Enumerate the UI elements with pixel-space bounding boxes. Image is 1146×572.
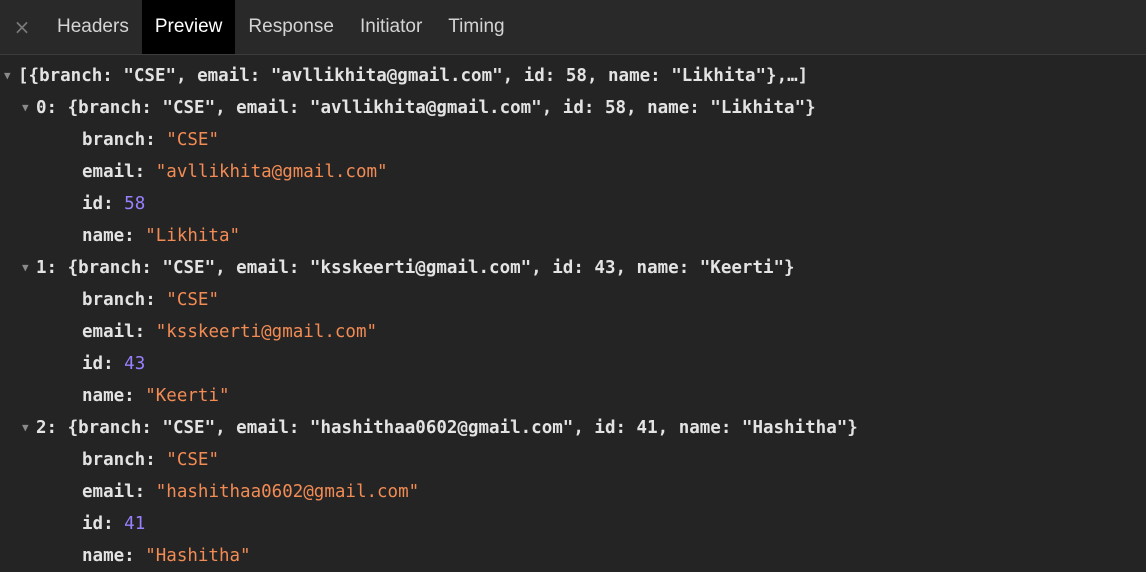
expand-arrow-icon[interactable]: ▼ bbox=[4, 60, 18, 92]
property-key: branch: bbox=[82, 290, 167, 310]
property-value: "avllikhita@gmail.com" bbox=[155, 162, 388, 182]
tab-list: Headers Preview Response Initiator Timin… bbox=[44, 0, 518, 54]
property-row: branch: "CSE" bbox=[0, 284, 1146, 316]
property-key: name: bbox=[82, 226, 146, 246]
property-key: id: bbox=[82, 514, 125, 534]
property-key: email: bbox=[82, 162, 156, 182]
property-key: id: bbox=[82, 354, 125, 374]
tab-response[interactable]: Response bbox=[235, 0, 347, 54]
tree-root-row[interactable]: ▼ [{branch: "CSE", email: "avllikhita@gma… bbox=[0, 60, 1146, 92]
expand-arrow-icon[interactable]: ▼ bbox=[22, 252, 36, 284]
property-value: 43 bbox=[124, 354, 146, 374]
property-value: "ksskeerti@gmail.com" bbox=[155, 322, 378, 342]
property-row: email: "avllikhita@gmail.com" bbox=[0, 156, 1146, 188]
expand-arrow-icon[interactable]: ▼ bbox=[22, 412, 36, 444]
property-value: "hashithaa0602@gmail.com" bbox=[155, 482, 420, 502]
property-row: id: 43 bbox=[0, 348, 1146, 380]
property-key: name: bbox=[82, 546, 146, 566]
property-row: id: 58 bbox=[0, 188, 1146, 220]
property-value: 41 bbox=[124, 514, 146, 534]
property-key: name: bbox=[82, 386, 146, 406]
item-summary: 1: {branch: "CSE", email: "ksskeerti@gma… bbox=[36, 258, 795, 278]
property-key: email: bbox=[82, 482, 156, 502]
property-key: branch: bbox=[82, 130, 167, 150]
property-row: email: "hashithaa0602@gmail.com" bbox=[0, 476, 1146, 508]
property-row: id: 41 bbox=[0, 508, 1146, 540]
property-value: "CSE" bbox=[166, 450, 219, 470]
tab-preview[interactable]: Preview bbox=[141, 0, 236, 54]
property-row: name: "Likhita" bbox=[0, 220, 1146, 252]
property-value: "CSE" bbox=[166, 130, 219, 150]
property-row: name: "Hashitha" bbox=[0, 540, 1146, 572]
tree-item-row[interactable]: ▼ 1: {branch: "CSE", email: "ksskeerti@gm… bbox=[0, 252, 1146, 284]
property-value: "Likhita" bbox=[145, 226, 241, 246]
tab-initiator[interactable]: Initiator bbox=[347, 0, 435, 54]
property-row: branch: "CSE" bbox=[0, 444, 1146, 476]
property-value: 58 bbox=[124, 194, 146, 214]
property-key: branch: bbox=[82, 450, 167, 470]
property-row: branch: "CSE" bbox=[0, 124, 1146, 156]
property-key: id: bbox=[82, 194, 125, 214]
property-row: email: "ksskeerti@gmail.com" bbox=[0, 316, 1146, 348]
property-value: "Keerti" bbox=[145, 386, 230, 406]
property-key: email: bbox=[82, 322, 156, 342]
tree-item-row[interactable]: ▼ 0: {branch: "CSE", email: "avllikhita@g… bbox=[0, 92, 1146, 124]
item-summary: 2: {branch: "CSE", email: "hashithaa0602… bbox=[36, 418, 858, 438]
expand-arrow-icon[interactable]: ▼ bbox=[22, 92, 36, 124]
close-icon[interactable]: × bbox=[0, 0, 44, 54]
json-preview-tree: ▼ [{branch: "CSE", email: "avllikhita@gma… bbox=[0, 55, 1146, 572]
root-summary: [{branch: "CSE", email: "avllikhita@gmai… bbox=[18, 66, 809, 86]
item-summary: 0: {branch: "CSE", email: "avllikhita@gm… bbox=[36, 98, 816, 118]
property-value: "CSE" bbox=[166, 290, 219, 310]
property-value: "Hashitha" bbox=[145, 546, 251, 566]
devtools-tab-bar: × Headers Preview Response Initiator Tim… bbox=[0, 0, 1146, 55]
tree-item-row[interactable]: ▼ 2: {branch: "CSE", email: "hashithaa060… bbox=[0, 412, 1146, 444]
tab-timing[interactable]: Timing bbox=[435, 0, 517, 54]
property-row: name: "Keerti" bbox=[0, 380, 1146, 412]
tab-headers[interactable]: Headers bbox=[44, 0, 142, 54]
